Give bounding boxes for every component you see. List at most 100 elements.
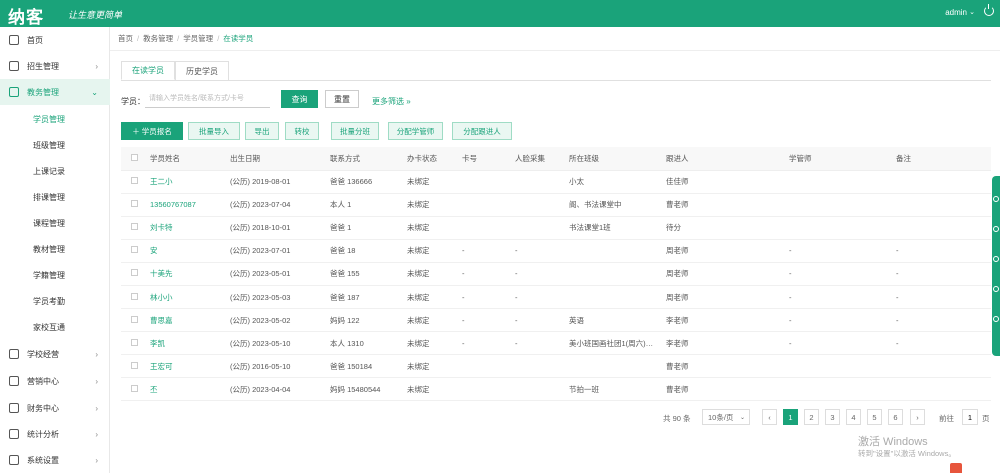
assign-follower-button[interactable]: 分配跟进人 xyxy=(452,122,512,140)
user-menu[interactable]: admin xyxy=(945,8,967,17)
cell-student-name[interactable]: 林小小 xyxy=(148,285,228,310)
page-3-button[interactable]: 3 xyxy=(825,409,840,425)
table-row[interactable]: 曹思嘉 (公历) 2023-05-02 妈妈 122 未绑定 - - 英语 李老师 - - xyxy=(121,308,991,333)
table-row[interactable]: 十美先 (公历) 2023-05-01 爸爸 155 未绑定 - - 周老师 - - xyxy=(121,262,991,286)
page-5-button[interactable]: 5 xyxy=(867,409,882,425)
batch-import-button[interactable]: 批量导入 xyxy=(188,122,240,140)
cell-student-name[interactable]: 曹思嘉 xyxy=(148,308,228,333)
checkbox[interactable] xyxy=(131,315,138,323)
breadcrumb-academic[interactable]: 教务管理 xyxy=(143,33,173,44)
table-row[interactable]: 13560767087 (公历) 2023-07-04 本人 1 未绑定 阁、书法课堂中… xyxy=(121,193,991,217)
tab-history-students[interactable]: 历史学员 xyxy=(175,61,229,80)
row-select-cell[interactable] xyxy=(121,262,148,286)
batch-assign-class-button[interactable]: 批量分班 xyxy=(331,122,379,140)
sidebar-item-label: 财务中心 xyxy=(27,403,59,413)
table-header-row: 学员姓名 出生日期 联系方式 办卡状态 卡号 人脸采集 所在班级 跟进人 学管师… xyxy=(121,147,991,171)
checkbox[interactable] xyxy=(131,223,138,231)
reset-button[interactable]: 重置 xyxy=(325,90,359,108)
query-button[interactable]: 查询 xyxy=(281,90,318,108)
search-input[interactable] xyxy=(145,90,270,108)
sidebar-subitem-materials[interactable]: 教材管理 xyxy=(0,236,110,262)
sidebar-item-finance[interactable]: 财务中心 › xyxy=(0,395,110,421)
tool-dot-icon xyxy=(993,226,999,232)
chevron-down-icon[interactable]: ⌄ xyxy=(969,8,975,16)
sidebar-subitem-courses[interactable]: 课程管理 xyxy=(0,210,110,236)
table-row[interactable]: 丕 (公历) 2023-04-04 妈妈 15480544 未绑定 节拍一班 曹老师 xyxy=(121,377,991,402)
checkbox[interactable] xyxy=(131,153,138,161)
breadcrumb-home[interactable]: 首页 xyxy=(118,33,133,44)
row-select-cell[interactable] xyxy=(121,193,148,217)
cell-student-name[interactable]: 王宏可 xyxy=(148,354,228,379)
page-1-button[interactable]: 1 xyxy=(783,409,798,425)
transfer-school-button[interactable]: 转校 xyxy=(285,122,319,140)
cell-card-number xyxy=(460,354,513,379)
table-row[interactable]: 林小小 (公历) 2023-05-03 爸爸 187 未绑定 - - 周老师 - - xyxy=(121,285,991,310)
checkbox[interactable] xyxy=(131,246,138,254)
sidebar-subitem-lesson-records[interactable]: 上课记录 xyxy=(0,158,110,184)
sidebar-item-stats[interactable]: 统计分析 › xyxy=(0,421,110,447)
cell-student-name[interactable]: 十美先 xyxy=(148,262,228,286)
header-select-all[interactable] xyxy=(121,147,148,171)
row-select-cell[interactable] xyxy=(121,170,148,194)
sidebar-subitem-home-school[interactable]: 家校互通 xyxy=(0,314,110,340)
row-select-cell[interactable] xyxy=(121,239,148,263)
tab-bar: 在读学员 历史学员 xyxy=(121,61,229,80)
sidebar-item-settings[interactable]: 系统设置 › xyxy=(0,447,110,473)
sidebar-item-academic[interactable]: 教务管理 ⌄ xyxy=(0,79,110,105)
checkbox[interactable] xyxy=(131,200,138,208)
table-row[interactable]: 安 (公历) 2023-07-01 爸爸 18 未绑定 - - 周老师 - - xyxy=(121,239,991,263)
row-select-cell[interactable] xyxy=(121,331,148,356)
header-birthdate: 出生日期 xyxy=(228,147,328,171)
enroll-student-button[interactable]: ＋ 学员报名 xyxy=(121,122,183,140)
cell-student-name[interactable]: 13560767087 xyxy=(148,193,228,217)
checkbox[interactable] xyxy=(131,338,138,346)
side-float-toolbar[interactable] xyxy=(992,176,1000,356)
row-select-cell[interactable] xyxy=(121,216,148,240)
cell-student-name[interactable]: 安 xyxy=(148,239,228,263)
cell-student-name[interactable]: 李凯 xyxy=(148,331,228,356)
table-row[interactable]: 王二小 (公历) 2019-08-01 爸爸 136666 未绑定 小太 佳佳师 xyxy=(121,170,991,194)
sidebar-item-recruit[interactable]: 招生管理 › xyxy=(0,53,110,79)
taskbar-app-icon[interactable] xyxy=(950,463,962,473)
sidebar-subitem-enrollment[interactable]: 学籍管理 xyxy=(0,262,110,288)
row-select-cell[interactable] xyxy=(121,285,148,310)
cell-face: - xyxy=(513,262,567,286)
sidebar-item-home[interactable]: 首页 xyxy=(0,27,110,53)
checkbox[interactable] xyxy=(131,269,138,277)
table-row[interactable]: 李凯 (公历) 2023-05-10 本人 1310 未绑定 - - 美小班国画社团1(周六… xyxy=(121,331,991,356)
cell-contact: 妈妈 122 xyxy=(328,308,405,333)
next-page-button[interactable]: › xyxy=(910,409,925,425)
page-6-button[interactable]: 6 xyxy=(888,409,903,425)
page-size-select[interactable]: 10条/页 ⌄ xyxy=(702,409,750,425)
page-2-button[interactable]: 2 xyxy=(804,409,819,425)
row-select-cell[interactable] xyxy=(121,308,148,333)
sidebar-subitem-attendance[interactable]: 学员考勤 xyxy=(0,288,110,314)
header-remark: 备注 xyxy=(894,147,991,171)
sidebar-subitem-classes[interactable]: 班级管理 xyxy=(0,132,110,158)
sidebar-subitem-schedule[interactable]: 排课管理 xyxy=(0,184,110,210)
cell-student-name[interactable]: 刘卡特 xyxy=(148,216,228,240)
export-button[interactable]: 导出 xyxy=(245,122,279,140)
prev-page-button[interactable]: ‹ xyxy=(762,409,777,425)
assign-manager-button[interactable]: 分配学管师 xyxy=(388,122,443,140)
cell-student-name[interactable]: 王二小 xyxy=(148,170,228,194)
page-4-button[interactable]: 4 xyxy=(846,409,861,425)
more-filter-link[interactable]: 更多筛选 » xyxy=(372,96,411,107)
sidebar-item-marketing[interactable]: 营销中心 › xyxy=(0,368,110,394)
settings-icon xyxy=(9,455,19,465)
checkbox[interactable] xyxy=(131,292,138,300)
tab-current-students[interactable]: 在读学员 xyxy=(121,61,175,80)
power-icon[interactable] xyxy=(984,4,994,16)
checkbox[interactable] xyxy=(131,361,138,369)
breadcrumb-students[interactable]: 学员管理 xyxy=(183,33,213,44)
goto-page-input[interactable] xyxy=(962,409,978,425)
table-row[interactable]: 王宏可 (公历) 2016-05-10 爸爸 150184 未绑定 曹老师 xyxy=(121,354,991,379)
row-select-cell[interactable] xyxy=(121,377,148,402)
checkbox[interactable] xyxy=(131,177,138,185)
sidebar-subitem-students[interactable]: 学员管理 xyxy=(0,106,110,132)
row-select-cell[interactable] xyxy=(121,354,148,379)
checkbox[interactable] xyxy=(131,384,138,392)
sidebar-item-school-ops[interactable]: 学校经营 › xyxy=(0,341,110,367)
table-row[interactable]: 刘卡特 (公历) 2018-10-01 爸爸 1 未绑定 书法课堂1班 待分 xyxy=(121,216,991,240)
cell-student-name[interactable]: 丕 xyxy=(148,377,228,402)
